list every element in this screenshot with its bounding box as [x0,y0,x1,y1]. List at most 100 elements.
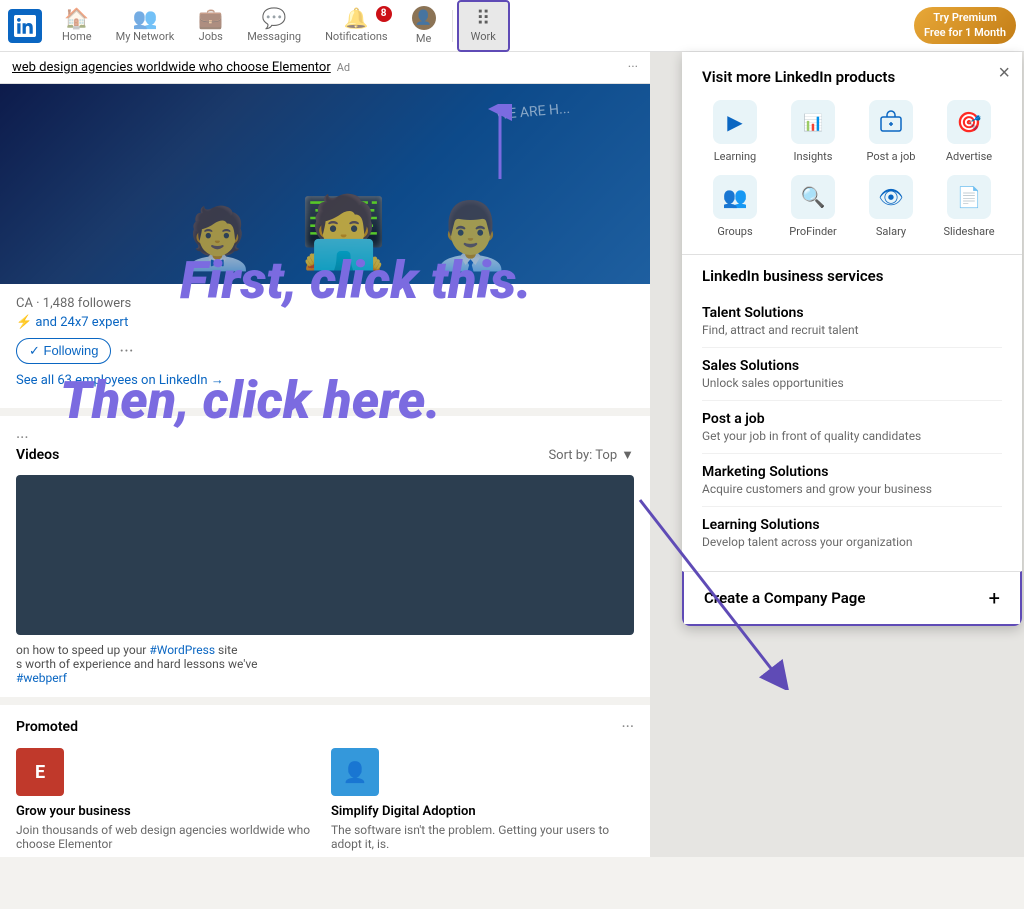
promoted-dots[interactable]: ··· [621,717,634,736]
notifications-icon: 🔔 [344,8,369,28]
nav-notifications-label: Notifications [325,30,388,43]
ad-dots[interactable]: ··· [628,60,638,75]
nav-network-label: My Network [116,30,175,43]
work-grid-icon: ⠿ [476,8,491,28]
product-advertise[interactable]: 🎯 Advertise [936,100,1002,163]
sales-solutions-name: Sales Solutions [702,358,1002,374]
company-info: CA · 1,488 followers [16,296,634,311]
product-salary[interactable]: 👁 Salary [858,175,924,238]
premium-line2: Free for 1 Month [924,26,1006,40]
hero-image: 🧑‍💼 🧑‍💻 👨‍💼 WE ARE H... [0,84,650,284]
messaging-icon: 💬 [262,8,287,28]
product-profinder-label: ProFinder [789,225,836,238]
product-post-job-label: Post a job [867,150,916,163]
network-icon: 👥 [132,8,157,28]
sales-solutions-desc: Unlock sales opportunities [702,376,1002,390]
top-navigation: 🏠 Home 👥 My Network 💼 Jobs 💬 Messaging 🔔… [0,0,1024,52]
ad-text[interactable]: web design agencies worldwide who choose… [12,60,331,75]
create-company-label: Create a Company Page [704,589,865,607]
product-slideshare-label: Slideshare [943,225,994,238]
biz-talent-solutions[interactable]: Talent Solutions Find, attract and recru… [702,295,1002,348]
panel-close-button[interactable]: × [998,62,1010,85]
following-row: ✓ Following ··· [16,338,634,364]
sort-by[interactable]: Sort by: Top ▼ [548,447,634,463]
nav-home[interactable]: 🏠 Home [50,0,104,52]
jobs-icon: 💼 [198,8,223,28]
promo-card-2-title: Simplify Digital Adoption [331,804,634,819]
post-job-desc: Get your job in front of quality candida… [702,429,1002,443]
nav-work[interactable]: ⠿ Work [457,0,510,52]
company-desc: ⚡ and 24x7 expert [16,315,634,330]
nav-my-network[interactable]: 👥 My Network [104,0,187,52]
business-section: LinkedIn business services Talent Soluti… [682,255,1022,571]
insights-icon: 📊 [791,100,835,144]
video-description: on how to speed up your #WordPress site … [16,643,634,685]
post-job-icon [869,100,913,144]
create-company-section[interactable]: Create a Company Page + [682,571,1022,626]
marketing-solutions-name: Marketing Solutions [702,464,1002,480]
home-icon: 🏠 [64,8,89,28]
close-icon: × [998,62,1010,84]
product-groups[interactable]: 👥 Groups [702,175,768,238]
ad-banner: web design agencies worldwide who choose… [0,52,650,84]
nav-me-label: Me [416,32,431,45]
premium-button[interactable]: Try Premium Free for 1 Month [914,7,1016,44]
premium-line1: Try Premium [924,11,1006,25]
video-dots[interactable]: ··· [16,428,29,447]
advertise-icon: 🎯 [947,100,991,144]
learning-solutions-desc: Develop talent across your organization [702,535,1002,549]
product-groups-label: Groups [717,225,752,238]
promoted-label: Promoted [16,719,621,735]
ad-label: Ad [337,61,350,74]
promo-logo-1: E [16,748,64,796]
product-profinder[interactable]: 🔍 ProFinder [780,175,846,238]
notification-badge: 8 [376,6,392,22]
profinder-icon: 🔍 [791,175,835,219]
products-grid: ▶ Learning 📊 Insights Post a job 🎯 Adver… [702,100,1002,238]
promo-logo-2: 👤 [331,748,379,796]
nav-me[interactable]: 👤 Me [400,0,448,52]
videos-header: Videos Sort by: Top ▼ [16,447,634,463]
biz-sales-solutions[interactable]: Sales Solutions Unlock sales opportuniti… [702,348,1002,401]
biz-learning-solutions[interactable]: Learning Solutions Develop talent across… [702,507,1002,559]
feed-area: web design agencies worldwide who choose… [0,52,650,857]
company-dots[interactable]: ··· [119,341,133,362]
product-learning-label: Learning [714,150,756,163]
product-learning[interactable]: ▶ Learning [702,100,768,163]
product-insights[interactable]: 📊 Insights [780,100,846,163]
biz-post-a-job[interactable]: Post a job Get your job in front of qual… [702,401,1002,454]
following-button[interactable]: ✓ Following [16,338,111,364]
videos-tab[interactable]: Videos [16,447,59,463]
promo-card-2-desc: The software isn't the problem. Getting … [331,823,634,851]
chevron-down-icon: ▼ [621,447,634,463]
see-all-employees-link[interactable]: See all 63 employees on LinkedIn → [16,372,634,388]
nav-messaging-label: Messaging [247,30,301,43]
promo-card-2: 👤 Simplify Digital Adoption The software… [331,748,634,857]
business-section-title: LinkedIn business services [702,267,1002,285]
product-slideshare[interactable]: 📄 Slideshare [936,175,1002,238]
linkedin-logo[interactable] [8,9,42,43]
slideshare-icon: 📄 [947,175,991,219]
product-advertise-label: Advertise [946,150,992,163]
biz-marketing-solutions[interactable]: Marketing Solutions Acquire customers an… [702,454,1002,507]
promo-card-1-desc: Join thousands of web design agencies wo… [16,823,319,851]
promoted-header: Promoted ··· [16,717,634,736]
create-company-plus-icon: + [989,586,1000,610]
product-post-job[interactable]: Post a job [858,100,924,163]
learning-icon: ▶ [713,100,757,144]
talent-solutions-name: Talent Solutions [702,305,1002,321]
nav-notifications[interactable]: 🔔 Notifications 8 [313,0,400,52]
groups-icon: 👥 [713,175,757,219]
promoted-cards: E Grow your business Join thousands of w… [16,748,634,857]
videos-section: ··· Videos Sort by: Top ▼ on how to spee… [0,416,650,697]
talent-solutions-desc: Find, attract and recruit talent [702,323,1002,337]
nav-jobs[interactable]: 💼 Jobs [186,0,235,52]
nav-messaging[interactable]: 💬 Messaging [235,0,313,52]
products-section-title: Visit more LinkedIn products [702,68,1002,86]
products-section: Visit more LinkedIn products ▶ Learning … [682,52,1022,255]
post-job-name: Post a job [702,411,1002,427]
nav-jobs-label: Jobs [199,30,223,43]
learning-solutions-name: Learning Solutions [702,517,1002,533]
nav-home-label: Home [62,30,92,43]
marketing-solutions-desc: Acquire customers and grow your business [702,482,1002,496]
